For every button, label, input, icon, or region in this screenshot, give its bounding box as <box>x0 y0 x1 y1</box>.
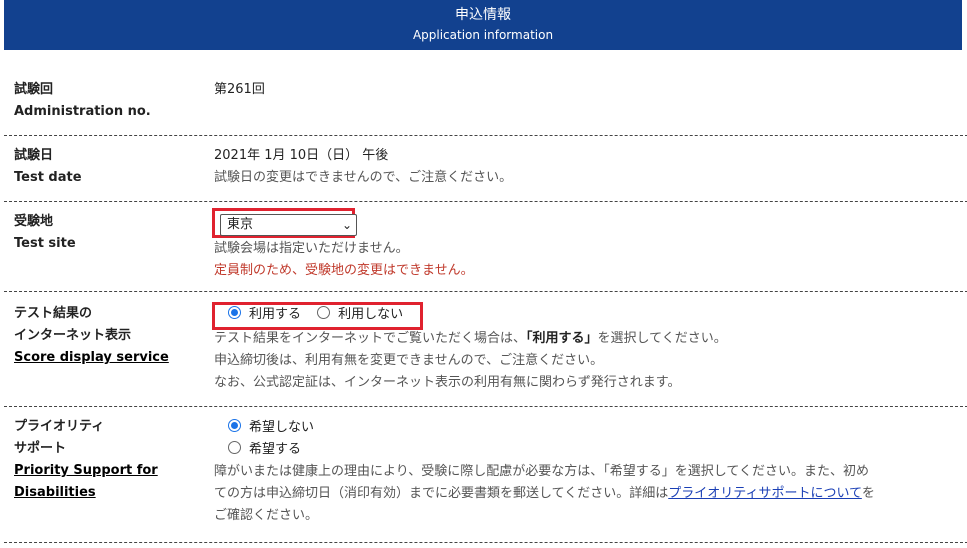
test-site-select[interactable]: 東京 ⌄ <box>220 214 357 236</box>
score-display-content: 利用する 利用しない テスト結果をインターネットでご覧いただく場合は、「利用する… <box>212 302 954 394</box>
test-date-content: 2021年 1月 10日（日） 午後 試験日の変更はできませんので、ご注意くださ… <box>214 145 954 189</box>
priority-support-content: 希望しない 希望する 障がいまたは健康上の理由により、受験に際し配慮が必要な方は… <box>214 417 954 527</box>
test-site-label: 受験地 Test site <box>14 211 76 255</box>
test-date-label-en: Test date <box>14 170 82 185</box>
priority-support-option-no-row: 希望しない <box>214 417 954 439</box>
row-test-date: 試験日 Test date 2021年 1月 10日（日） 午後 試験日の変更は… <box>4 136 967 202</box>
score-display-note-1-post: を選択してください。 <box>597 331 727 346</box>
priority-support-note-2: ての方は申込締切日（消印有効）までに必要書類を郵送してください。詳細はプライオリ… <box>214 483 954 505</box>
test-site-content: 東京 ⌄ 試験会場は指定いただけません。 定員制のため、受験地の変更はできません… <box>212 208 954 282</box>
radio-unselected-icon[interactable] <box>228 441 241 454</box>
priority-support-label-en-1-wrap: Priority Support for <box>14 460 158 482</box>
test-site-label-jp: 受験地 <box>14 214 54 229</box>
test-date-value: 2021年 1月 10日（日） 午後 <box>214 148 389 163</box>
priority-support-label: プライオリティ サポート Priority Support for Disabi… <box>14 416 158 504</box>
priority-support-option-yes-label: 希望する <box>249 442 302 457</box>
priority-support-label-jp-1: プライオリティ <box>14 419 105 434</box>
priority-support-help-link-2[interactable]: Disabilities <box>14 485 96 500</box>
priority-support-help-link[interactable]: Priority Support for <box>14 463 158 478</box>
test-site-selected-value: 東京 <box>227 217 254 232</box>
score-display-label: テスト結果の インターネット表示 Score display service <box>14 303 169 369</box>
administration-label-jp: 試験回 <box>14 82 54 97</box>
row-administration: 試験回 Administration no. 第261回 <box>4 70 967 136</box>
score-display-note-2: 申込締切後は、利用有無を変更できませんので、ご注意ください。 <box>214 353 604 368</box>
priority-support-note-2-pre: ての方は申込締切日（消印有効）までに必要書類を郵送してください。詳細は <box>214 486 669 501</box>
row-test-site: 受験地 Test site 東京 ⌄ 試験会場は指定いただけません。 定員制のた… <box>4 202 967 292</box>
score-display-label-en-wrap: Score display service <box>14 347 169 369</box>
priority-support-option-no[interactable]: 希望しない <box>228 417 314 439</box>
row-score-display: テスト結果の インターネット表示 Score display service 利… <box>4 292 967 407</box>
score-display-note-1-strong: 「利用する」 <box>526 331 598 346</box>
radio-selected-icon[interactable] <box>228 306 241 319</box>
test-site-label-en: Test site <box>14 236 76 251</box>
score-display-label-jp-2: インターネット表示 <box>14 328 132 343</box>
priority-support-note-3: ご確認ください。 <box>214 508 319 523</box>
test-date-label: 試験日 Test date <box>14 145 82 189</box>
priority-support-details-link[interactable]: プライオリティサポートについて <box>668 486 862 501</box>
priority-support-option-no-label: 希望しない <box>249 420 315 435</box>
administration-value: 第261回 <box>214 82 265 97</box>
priority-support-label-jp-2: サポート <box>14 441 67 456</box>
radio-selected-icon[interactable] <box>228 419 241 432</box>
section-subtitle: Application information <box>412 28 554 42</box>
administration-label-en: Administration no. <box>14 104 151 119</box>
test-site-warning: 定員制のため、受験地の変更はできません。 <box>214 263 474 278</box>
chevron-down-icon: ⌄ <box>341 218 352 232</box>
priority-support-option-yes-row: 希望する <box>214 439 954 461</box>
priority-support-label-en-2-wrap: Disabilities <box>14 482 158 504</box>
test-date-label-jp: 試験日 <box>14 148 54 163</box>
score-display-note-3: なお、公式認定証は、インターネット表示の利用有無に関わらず発行されます。 <box>214 375 681 390</box>
test-date-note: 試験日の変更はできませんので、ご注意ください。 <box>214 170 513 185</box>
test-site-note: 試験会場は指定いただけません。 <box>214 241 409 256</box>
score-display-help-link[interactable]: Score display service <box>14 350 169 365</box>
priority-support-option-yes[interactable]: 希望する <box>228 439 301 461</box>
score-display-note-1-pre: テスト結果をインターネットでご覧いただく場合は、 <box>214 331 527 346</box>
section-title: 申込情報 <box>455 7 511 23</box>
priority-support-note-1: 障がいまたは健康上の理由により、受験に際し配慮が必要な方は、「希望する」を選択し… <box>214 464 869 479</box>
priority-support-note-2-post: を <box>861 486 875 501</box>
score-display-label-jp-1: テスト結果の <box>14 306 93 321</box>
score-display-note-1: テスト結果をインターネットでご覧いただく場合は、「利用する」を選択してください。 <box>214 328 954 350</box>
administration-label: 試験回 Administration no. <box>14 79 151 123</box>
section-header: 申込情報 Application information <box>4 0 962 50</box>
row-priority-support: プライオリティ サポート Priority Support for Disabi… <box>4 407 967 543</box>
